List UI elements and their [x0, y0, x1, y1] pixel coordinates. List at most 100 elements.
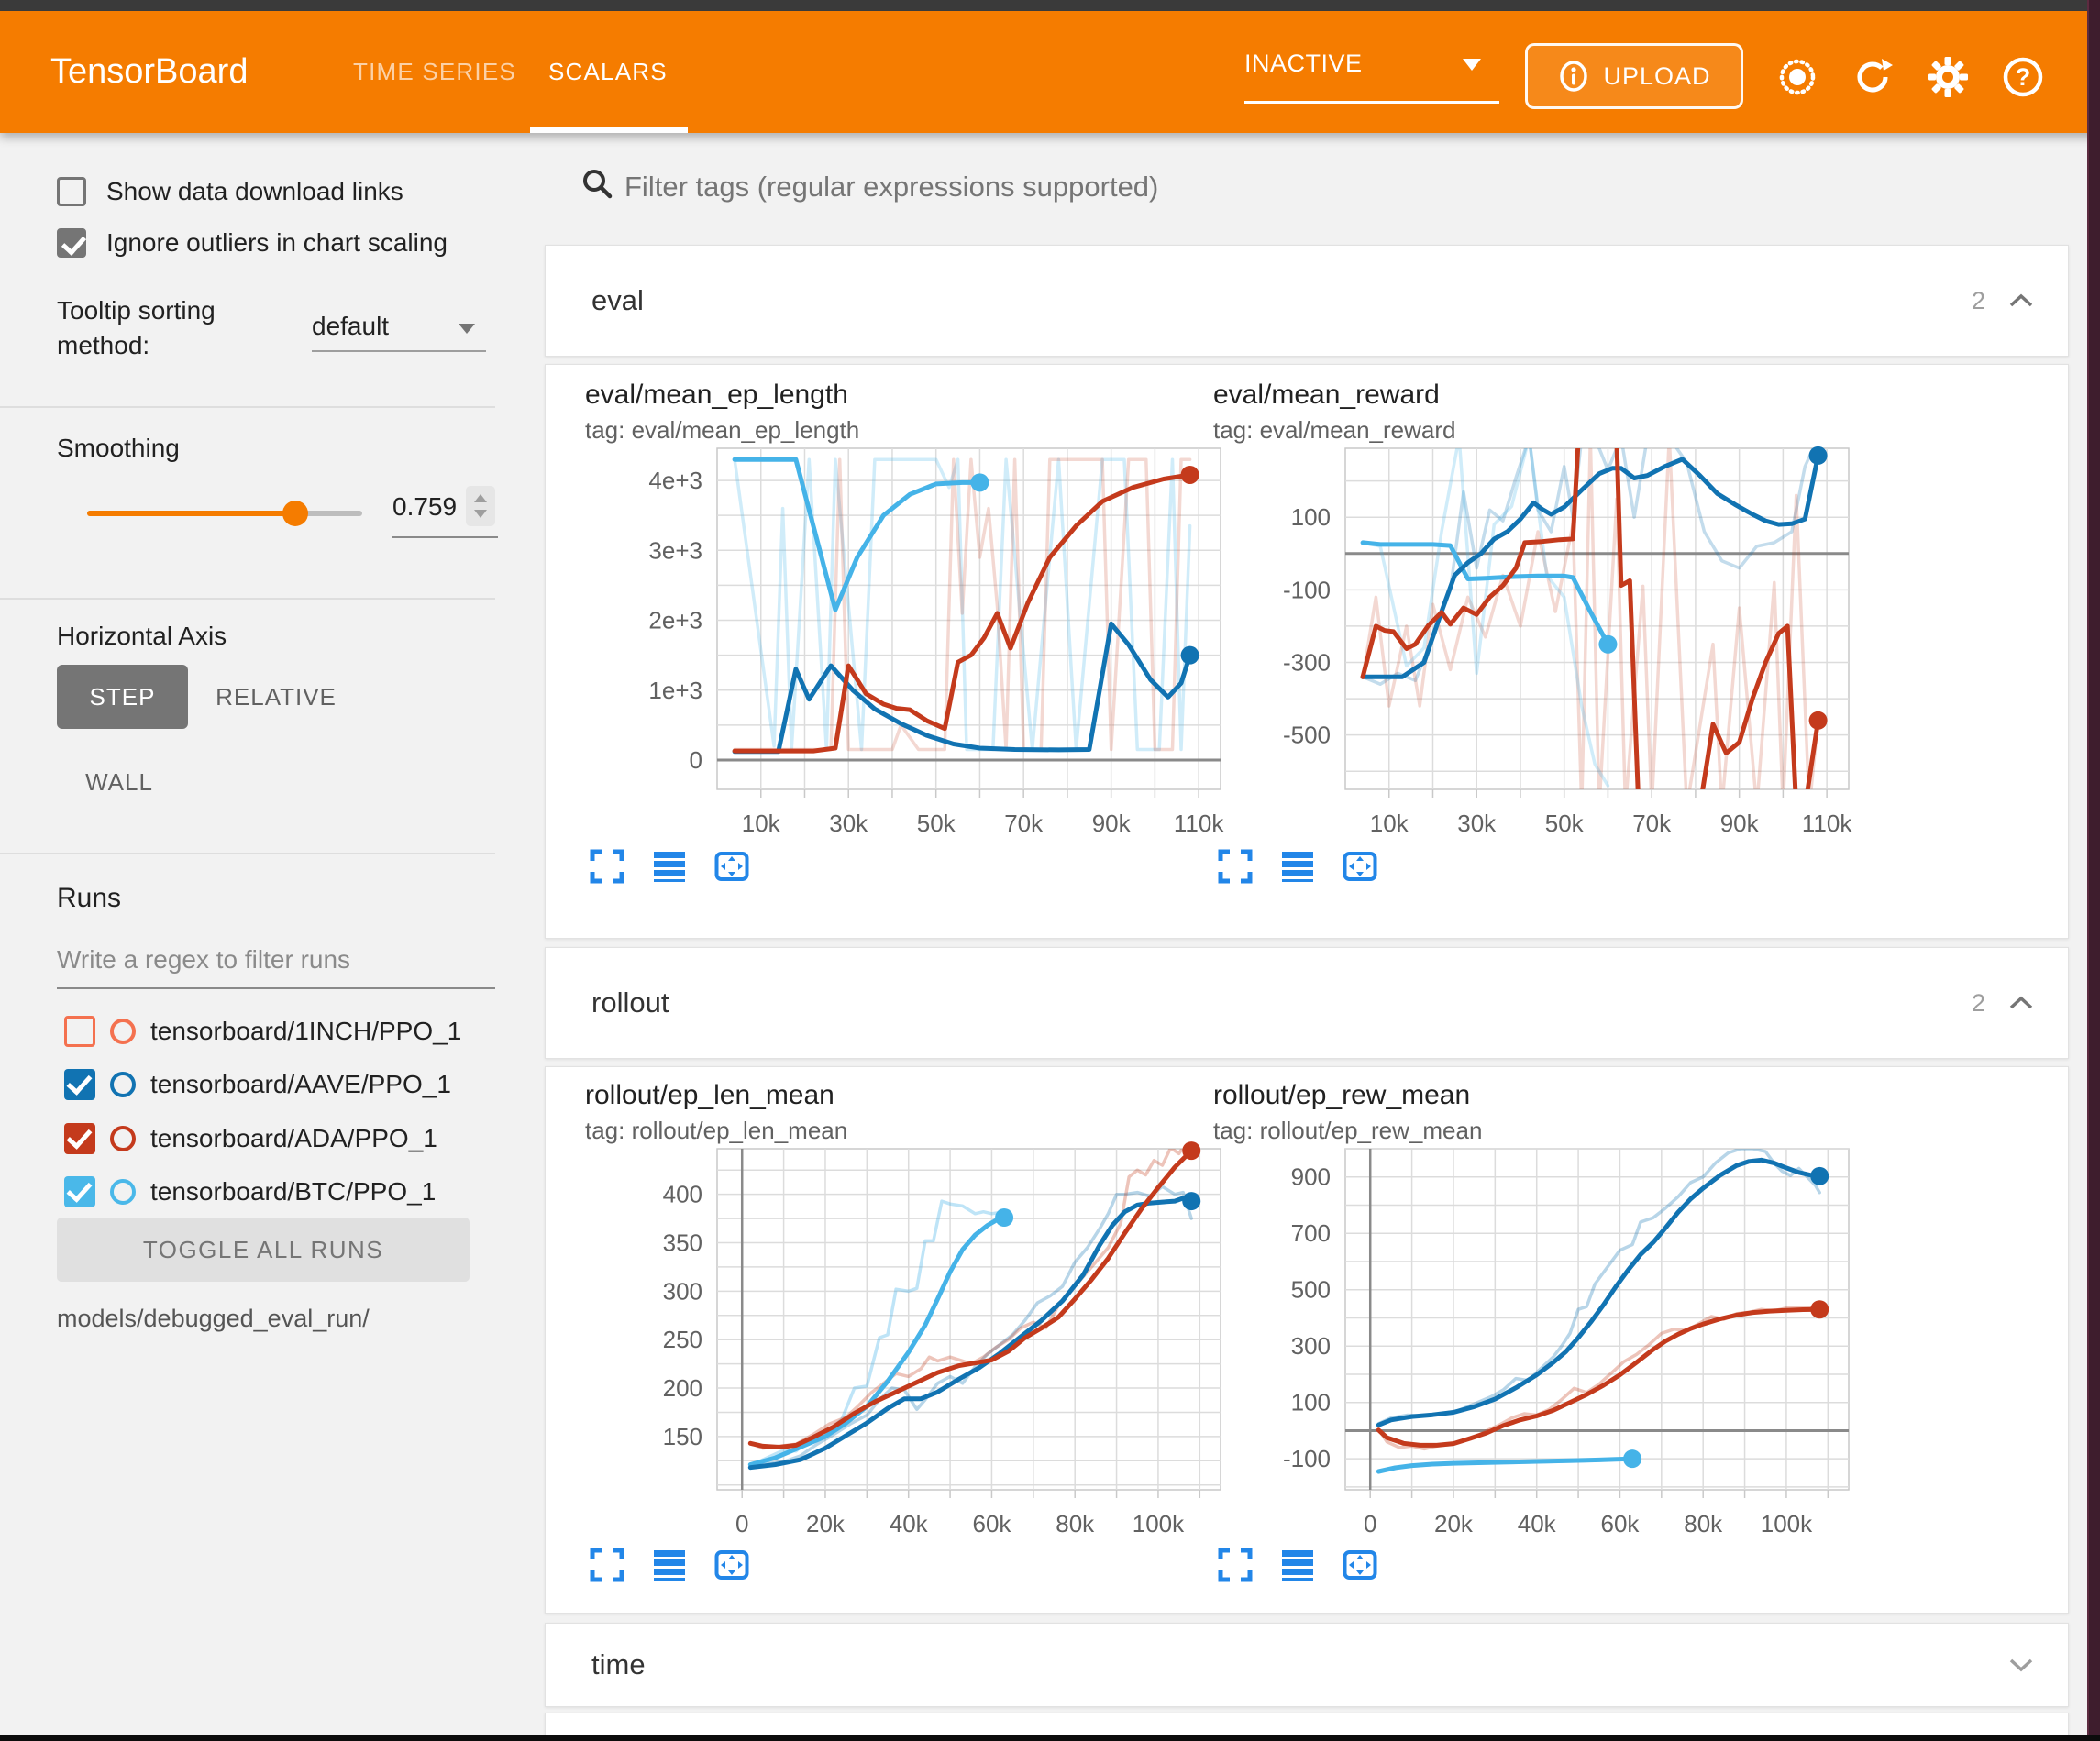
svg-text:40k: 40k: [1518, 1510, 1557, 1537]
svg-text:30k: 30k: [1457, 810, 1497, 837]
svg-text:100k: 100k: [1133, 1510, 1185, 1537]
fit-domain-icon[interactable]: [1343, 1548, 1377, 1582]
svg-text:0: 0: [1364, 1510, 1376, 1537]
svg-text:400: 400: [663, 1181, 702, 1208]
run-row: tensorboard/BTC/PPO_1: [64, 1174, 436, 1210]
runs-selector-icon[interactable]: [652, 849, 687, 884]
section-header-rollout[interactable]: rollout 2: [545, 947, 2069, 1059]
expand-chart-icon[interactable]: [1218, 1548, 1253, 1582]
ignore-outliers-checkbox[interactable]: [57, 228, 86, 258]
section-title: eval: [591, 246, 644, 356]
smoothing-underline: [392, 536, 498, 538]
runs-selector-icon[interactable]: [652, 1548, 687, 1582]
run-radio-1inch[interactable]: [110, 1019, 136, 1044]
svg-text:100: 100: [1291, 503, 1331, 531]
run-label: tensorboard/1INCH/PPO_1: [150, 1017, 461, 1046]
svg-text:30k: 30k: [829, 810, 868, 837]
svg-text:70k: 70k: [1632, 810, 1672, 837]
chart-title: eval/mean_reward: [1213, 380, 1855, 411]
smoothing-slider[interactable]: [87, 511, 362, 516]
run-checkbox-ada[interactable]: [64, 1123, 95, 1154]
smoothing-label: Smoothing: [57, 434, 180, 463]
run-radio-ada[interactable]: [110, 1126, 136, 1151]
brightness-icon[interactable]: [1775, 55, 1819, 99]
svg-text:1e+3: 1e+3: [648, 677, 702, 704]
section-header-eval[interactable]: eval 2: [545, 245, 2069, 357]
fit-domain-icon[interactable]: [714, 1548, 749, 1582]
run-checkbox-1inch[interactable]: [64, 1016, 95, 1047]
svg-text:0: 0: [735, 1510, 748, 1537]
run-radio-btc[interactable]: [110, 1179, 136, 1205]
show-download-links-checkbox[interactable]: [57, 177, 86, 206]
chart-plot[interactable]: 10k30k50k70k90k110k01e+32e+33e+34e+3: [585, 439, 1227, 856]
svg-text:100: 100: [1291, 1389, 1331, 1416]
runs-base-path: models/debugged_eval_run/: [57, 1305, 370, 1333]
tab-time-series[interactable]: TIME SERIES: [353, 11, 516, 133]
runs-selector-icon[interactable]: [1280, 1548, 1315, 1582]
svg-text:110k: 110k: [1802, 810, 1852, 837]
section-title: time: [591, 1624, 646, 1706]
svg-text:80k: 80k: [1684, 1510, 1723, 1537]
svg-text:700: 700: [1291, 1219, 1331, 1247]
svg-text:3e+3: 3e+3: [648, 536, 702, 564]
chart-rollout-ep-len-mean: rollout/ep_len_mean tag: rollout/ep_len_…: [585, 1080, 1227, 1145]
upload-label: UPLOAD: [1603, 62, 1710, 91]
refresh-icon[interactable]: [1851, 55, 1895, 99]
expand-chart-icon[interactable]: [590, 849, 624, 884]
info-icon: [1557, 60, 1590, 93]
toggle-all-runs-button[interactable]: TOGGLE ALL RUNS: [57, 1218, 470, 1282]
svg-text:90k: 90k: [1720, 810, 1760, 837]
chart-rollout-ep-rew-mean: rollout/ep_rew_mean tag: rollout/ep_rew_…: [1213, 1080, 1855, 1145]
chart-plot[interactable]: 020k40k60k80k100k150200250300350400: [585, 1140, 1227, 1557]
svg-text:40k: 40k: [890, 1510, 929, 1537]
help-icon[interactable]: ?: [2001, 55, 2045, 99]
expand-chart-icon[interactable]: [590, 1548, 624, 1582]
run-checkbox-aave[interactable]: [64, 1069, 95, 1100]
smoothing-stepper[interactable]: [466, 486, 495, 526]
upload-button[interactable]: UPLOAD: [1525, 43, 1743, 109]
expand-chart-icon[interactable]: [1218, 849, 1253, 884]
chart-plot[interactable]: 020k40k60k80k100k900700500300100-100: [1213, 1140, 1855, 1557]
divider: [0, 853, 495, 854]
smoothing-slider-thumb[interactable]: [282, 501, 308, 526]
window-bottom-edge: [0, 1735, 2100, 1741]
runs-selector-icon[interactable]: [1280, 849, 1315, 884]
tag-filter-row: [545, 160, 2069, 225]
runs-filter-input[interactable]: [57, 940, 495, 989]
settings-gear-icon[interactable]: [1926, 55, 1970, 99]
section-header-time[interactable]: time: [545, 1623, 2069, 1707]
svg-text:500: 500: [1291, 1276, 1331, 1304]
tab-scalars[interactable]: SCALARS: [548, 11, 668, 133]
chevron-up-icon[interactable]: [2007, 948, 2035, 1058]
run-label: tensorboard/AAVE/PPO_1: [150, 1070, 451, 1099]
svg-text:90k: 90k: [1092, 810, 1132, 837]
svg-text:300: 300: [1291, 1332, 1331, 1360]
fit-domain-icon[interactable]: [1343, 849, 1377, 884]
search-icon: [581, 168, 613, 199]
svg-text:50k: 50k: [1545, 810, 1585, 837]
divider: [0, 598, 495, 600]
window-right-edge: [2087, 0, 2100, 1741]
run-checkbox-btc[interactable]: [64, 1176, 95, 1207]
chevron-down-icon[interactable]: [2007, 1624, 2035, 1706]
smoothing-value[interactable]: 0.759: [392, 492, 457, 522]
fit-domain-icon[interactable]: [714, 849, 749, 884]
chevron-down-icon: [459, 324, 475, 334]
show-download-links-label: Show data download links: [106, 177, 403, 206]
svg-text:900: 900: [1291, 1163, 1331, 1191]
axis-relative-button[interactable]: RELATIVE: [209, 665, 343, 729]
chevron-up-icon[interactable]: [2007, 246, 2035, 356]
chevron-down-icon: [1463, 59, 1481, 71]
tooltip-sorting-label: Tooltip sorting method:: [57, 293, 286, 363]
section-chart-count: 2: [1972, 948, 1985, 1058]
tag-filter-input[interactable]: [623, 170, 2053, 204]
axis-step-button[interactable]: STEP: [57, 665, 188, 729]
active-tab-underline: [530, 127, 688, 133]
axis-wall-button[interactable]: WALL: [69, 752, 170, 812]
chart-plot[interactable]: 10k30k50k70k90k110k100-100-300-500: [1213, 439, 1855, 856]
chart-eval-mean-ep-length: eval/mean_ep_length tag: eval/mean_ep_le…: [585, 380, 1227, 445]
run-radio-aave[interactable]: [110, 1072, 136, 1097]
svg-text:50k: 50k: [917, 810, 956, 837]
chart-title: rollout/ep_len_mean: [585, 1080, 1227, 1111]
svg-text:60k: 60k: [972, 1510, 1011, 1537]
